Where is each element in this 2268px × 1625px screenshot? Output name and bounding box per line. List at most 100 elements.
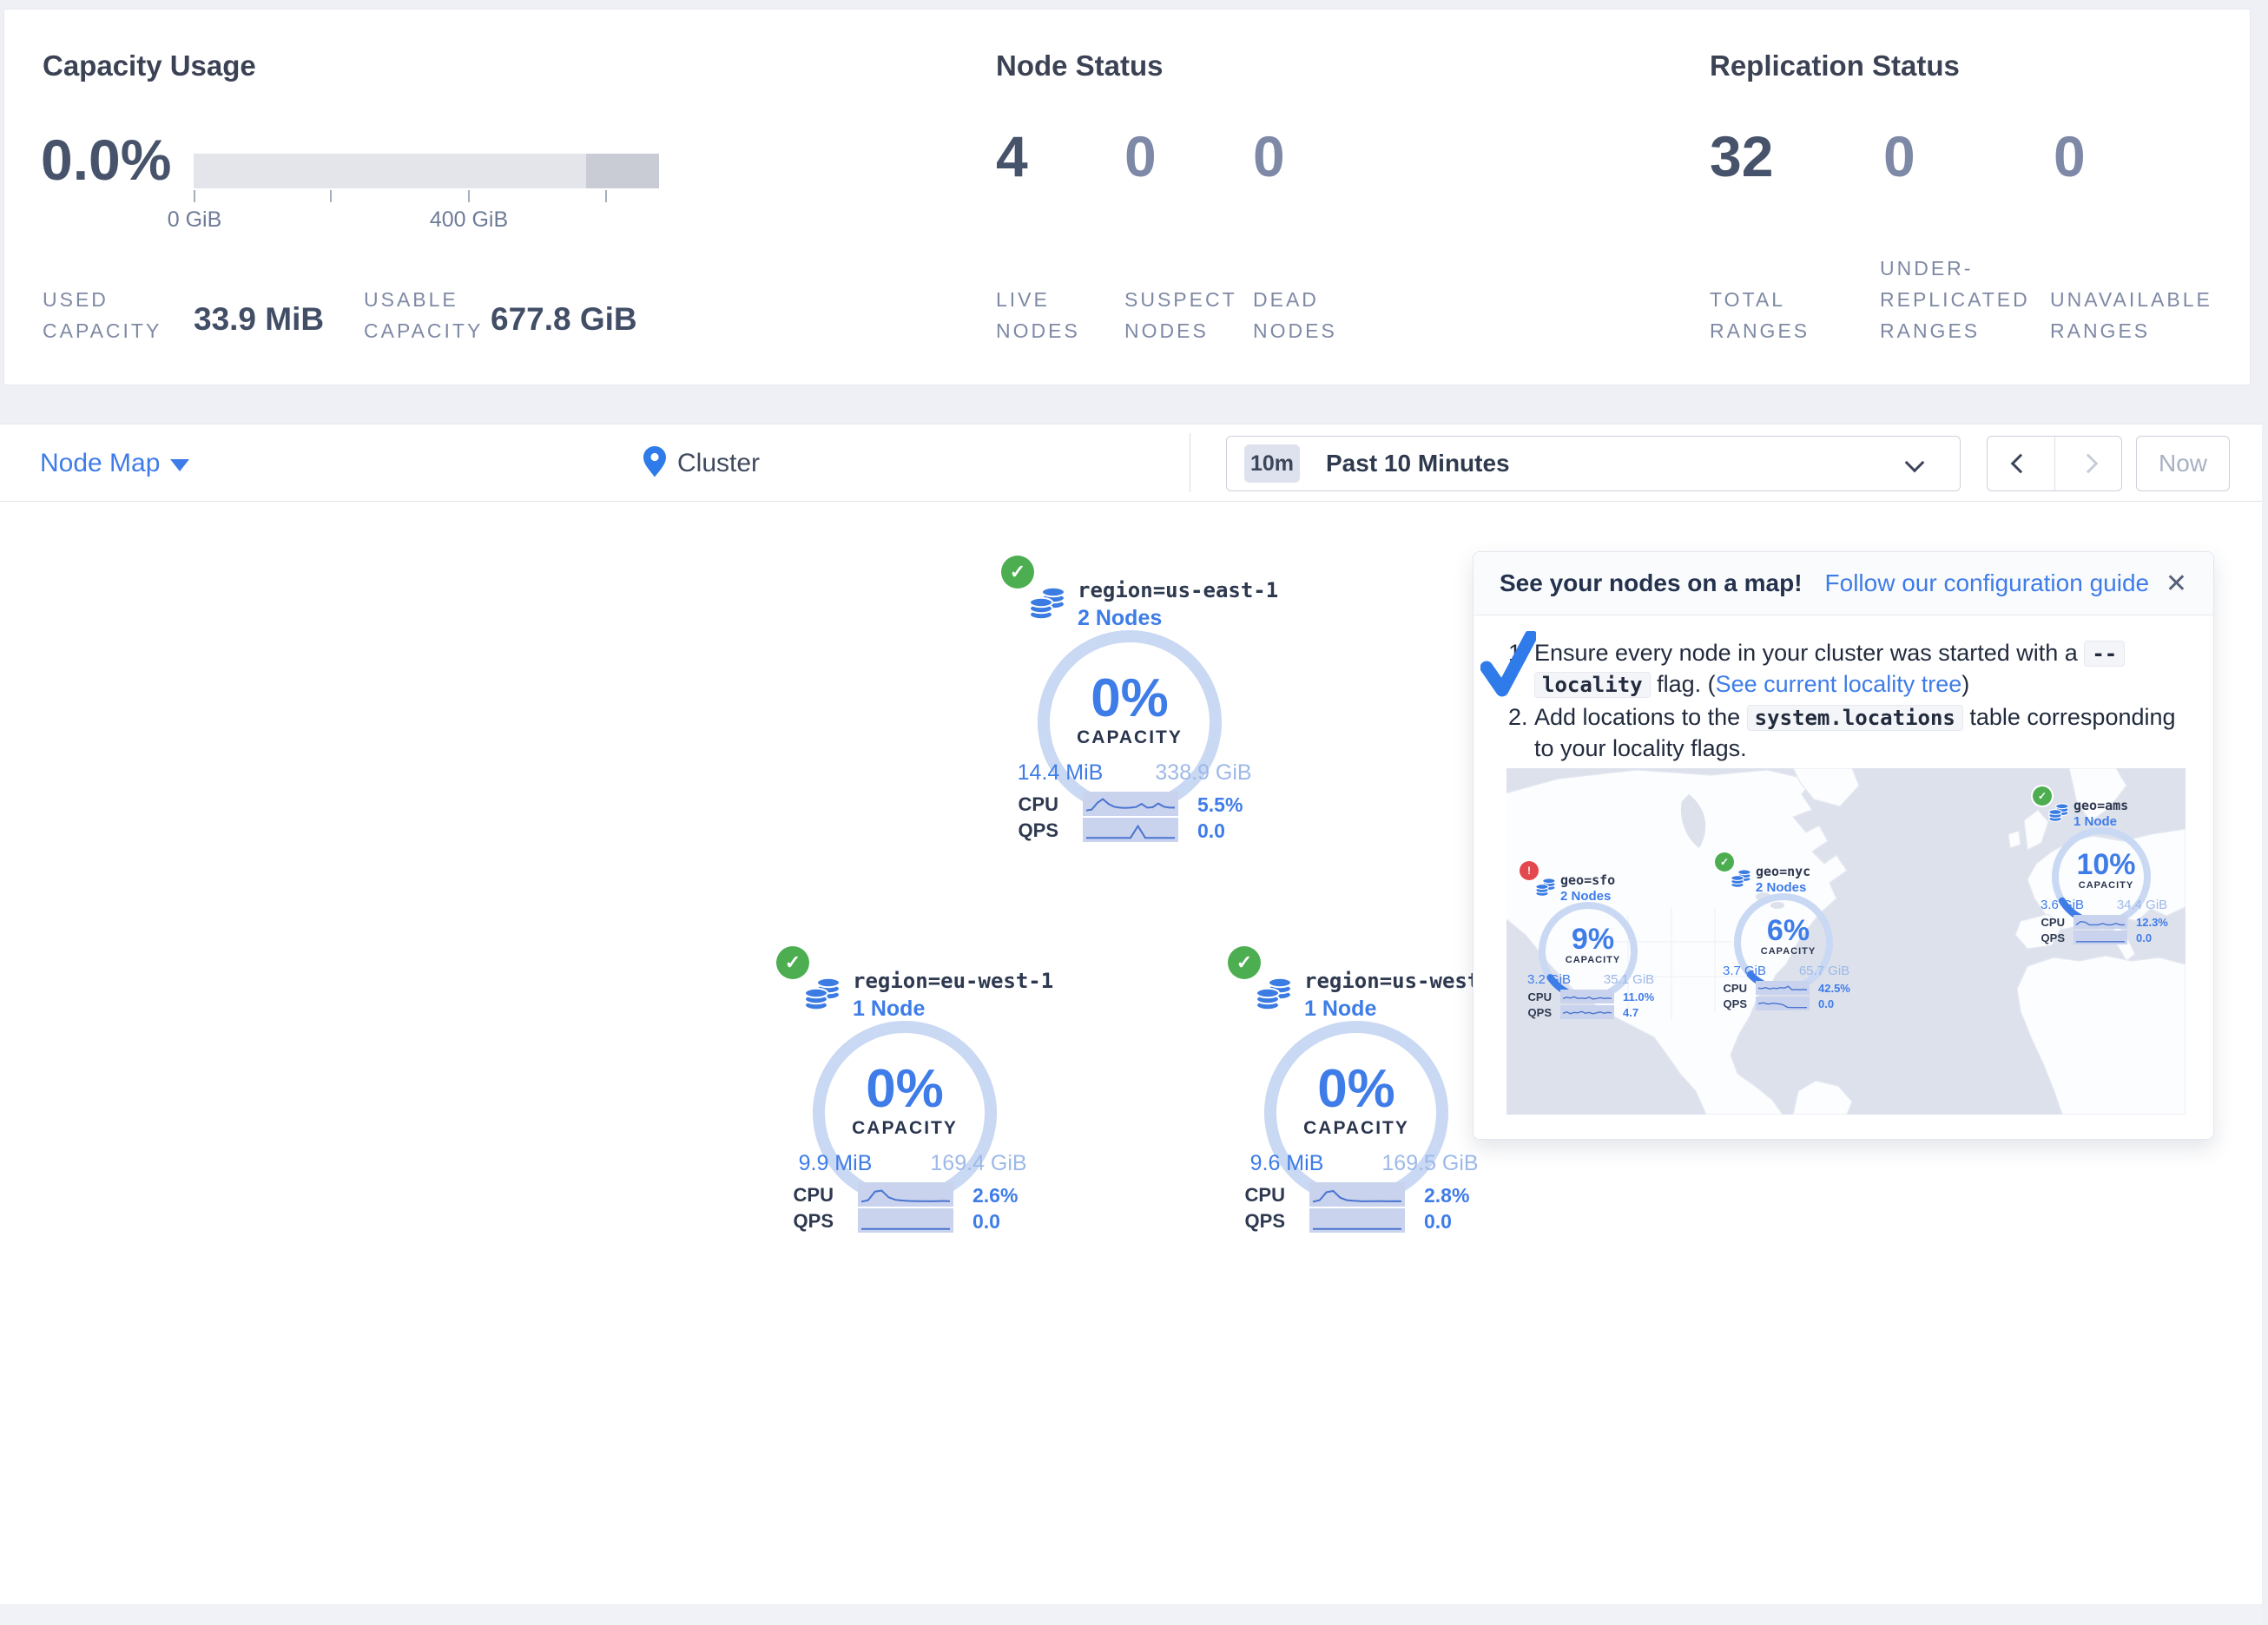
total-capacity: 35.1 GiB xyxy=(1588,972,1670,987)
capacity-tick-label-0: 0 GiB xyxy=(125,207,264,233)
total-capacity: 169.5 GiB xyxy=(1356,1151,1504,1176)
total-capacity: 169.4 GiB xyxy=(905,1151,1052,1176)
capacity-axis-tick xyxy=(605,190,607,202)
under-replicated-label: UNDER- REPLICATED RANGES xyxy=(1880,253,2030,346)
locality-node-group: ✓ geo=ams 1 Node 10% CAPACITY 3.6 GiB 34… xyxy=(2030,783,2182,948)
capacity-axis-tick xyxy=(194,190,195,202)
locality-label: region=us-east-1 xyxy=(1078,578,1278,602)
qps-value: 0.0 xyxy=(2136,931,2152,944)
view-selector[interactable]: Node Map xyxy=(40,449,160,478)
qps-sparkline xyxy=(858,1208,953,1233)
database-icon xyxy=(2047,800,2071,824)
time-back-button[interactable] xyxy=(1988,437,2054,490)
status-badge: ! xyxy=(1520,861,1539,880)
capacity-word: CAPACITY xyxy=(2030,880,2182,891)
database-icon xyxy=(1534,875,1558,898)
cpu-label: CPU xyxy=(2034,916,2065,929)
locality-node-group: ✓ region=eu-west-1 1 Node 0% CAPACITY 9.… xyxy=(775,939,1035,1243)
page-edge-strip xyxy=(2262,424,2268,1625)
cpu-label: CPU xyxy=(775,1184,834,1207)
cpu-sparkline xyxy=(1756,981,1810,995)
qps-value: 0.0 xyxy=(1424,1210,1452,1234)
dead-nodes-count: 0 xyxy=(1253,128,1285,185)
cpu-label: CPU xyxy=(1226,1184,1285,1207)
node-status-title: Node Status xyxy=(996,49,1164,82)
used-capacity: 3.7 GiB xyxy=(1705,964,1783,978)
big-check-icon xyxy=(1480,631,1536,697)
used-capacity-label: USED CAPACITY xyxy=(43,284,162,346)
qps-value: 4.7 xyxy=(1623,1006,1638,1019)
qps-sparkline xyxy=(2074,931,2127,944)
database-icon xyxy=(802,972,844,1014)
suspect-nodes-label: SUSPECT NODES xyxy=(1124,284,1237,346)
qps-label: QPS xyxy=(1716,997,1747,1010)
breadcrumb-cluster[interactable]: Cluster xyxy=(677,449,760,478)
cpu-label: CPU xyxy=(1716,982,1747,995)
capacity-percent: 9% xyxy=(1517,924,1669,954)
locality-node-group: ✓ region=us-west-1 1 Node 0% CAPACITY 9.… xyxy=(1226,939,1487,1243)
system-locations-code: system.locations xyxy=(1747,705,1963,731)
under-replicated-count: 0 xyxy=(1883,128,1915,185)
cpu-label: CPU xyxy=(999,793,1058,816)
capacity-axis-tick xyxy=(468,190,470,202)
total-capacity: 338.9 GiB xyxy=(1130,760,1277,786)
chevron-left-icon xyxy=(2011,454,2031,474)
locality-tree-link[interactable]: See current locality tree xyxy=(1716,671,1962,697)
usable-capacity-label: USABLE CAPACITY xyxy=(364,284,483,346)
time-forward-button[interactable] xyxy=(2054,437,2122,490)
qps-sparkline xyxy=(1560,1005,1614,1019)
capacity-word: CAPACITY xyxy=(1712,946,1864,957)
locality-label: geo=nyc xyxy=(1756,864,1810,879)
usable-capacity-value: 677.8 GiB xyxy=(491,301,637,338)
capacity-word: CAPACITY xyxy=(775,1118,1035,1139)
cpu-value: 11.0% xyxy=(1623,990,1654,1003)
locality-label: geo=ams xyxy=(2074,798,2128,813)
config-step-2: 2. Add locations to the system.locations… xyxy=(1508,702,2201,764)
unavailable-ranges-count: 0 xyxy=(2054,128,2086,185)
total-capacity: 34.4 GiB xyxy=(2101,898,2183,912)
capacity-word: CAPACITY xyxy=(999,727,1260,748)
status-badge: ✓ xyxy=(1715,852,1734,872)
popup-title: See your nodes on a map! xyxy=(1500,569,1803,597)
qps-label: QPS xyxy=(1226,1210,1285,1233)
used-capacity: 3.6 GiB xyxy=(2023,898,2101,912)
close-icon[interactable]: ✕ xyxy=(2166,569,2187,599)
unavailable-ranges-label: UNAVAILABLE RANGES xyxy=(2050,284,2212,346)
locality-label: region=eu-west-1 xyxy=(853,969,1053,993)
cpu-value: 2.8% xyxy=(1424,1184,1469,1207)
cpu-value: 2.6% xyxy=(972,1184,1018,1207)
capacity-percent: 0% xyxy=(1226,1062,1487,1116)
time-range-label: Past 10 Minutes xyxy=(1326,450,1510,477)
status-badge: ✓ xyxy=(2033,786,2052,806)
used-capacity: 14.4 MiB xyxy=(991,760,1130,786)
capacity-percent: 0% xyxy=(999,672,1260,726)
locality-flag-code: locality xyxy=(1534,672,1651,698)
qps-label: QPS xyxy=(1520,1006,1552,1019)
capacity-percent: 6% xyxy=(1712,916,1864,945)
cpu-value: 42.5% xyxy=(1818,982,1850,995)
config-step-1: 1. Ensure every node in your cluster was… xyxy=(1508,638,2201,701)
total-ranges-label: TOTAL RANGES xyxy=(1710,284,1810,346)
status-badge: ✓ xyxy=(1228,946,1261,979)
database-icon xyxy=(1027,582,1069,623)
map-pin-icon xyxy=(643,445,667,478)
chevron-right-icon xyxy=(2078,454,2098,474)
configuration-guide-link[interactable]: Follow our configuration guide xyxy=(1825,569,2150,597)
live-nodes-count: 4 xyxy=(996,128,1028,185)
dropdown-caret-icon xyxy=(170,459,189,471)
now-button[interactable]: Now xyxy=(2136,436,2230,491)
used-capacity-value: 33.9 MiB xyxy=(194,301,324,338)
view-toolbar: Node Map Cluster 10m Past 10 Minutes Now xyxy=(0,424,2262,502)
capacity-bar xyxy=(194,154,659,188)
capacity-bar-extra-segment xyxy=(586,154,659,188)
used-capacity: 9.9 MiB xyxy=(766,1151,905,1176)
capacity-usage-title: Capacity Usage xyxy=(43,49,256,82)
replication-status-title: Replication Status xyxy=(1710,49,1960,82)
capacity-axis-tick xyxy=(330,190,332,202)
node-map-page: Capacity Usage 0.0% 0 GiB 400 GiB USED C… xyxy=(0,0,2268,1625)
time-range-selector[interactable]: 10m Past 10 Minutes xyxy=(1226,436,1961,491)
qps-label: QPS xyxy=(2034,931,2065,944)
locality-node-group: ✓ geo=nyc 2 Nodes 6% CAPACITY 3.7 GiB 65… xyxy=(1712,849,1864,1014)
dead-nodes-label: DEAD NODES xyxy=(1253,284,1337,346)
qps-sparkline xyxy=(1309,1208,1405,1233)
